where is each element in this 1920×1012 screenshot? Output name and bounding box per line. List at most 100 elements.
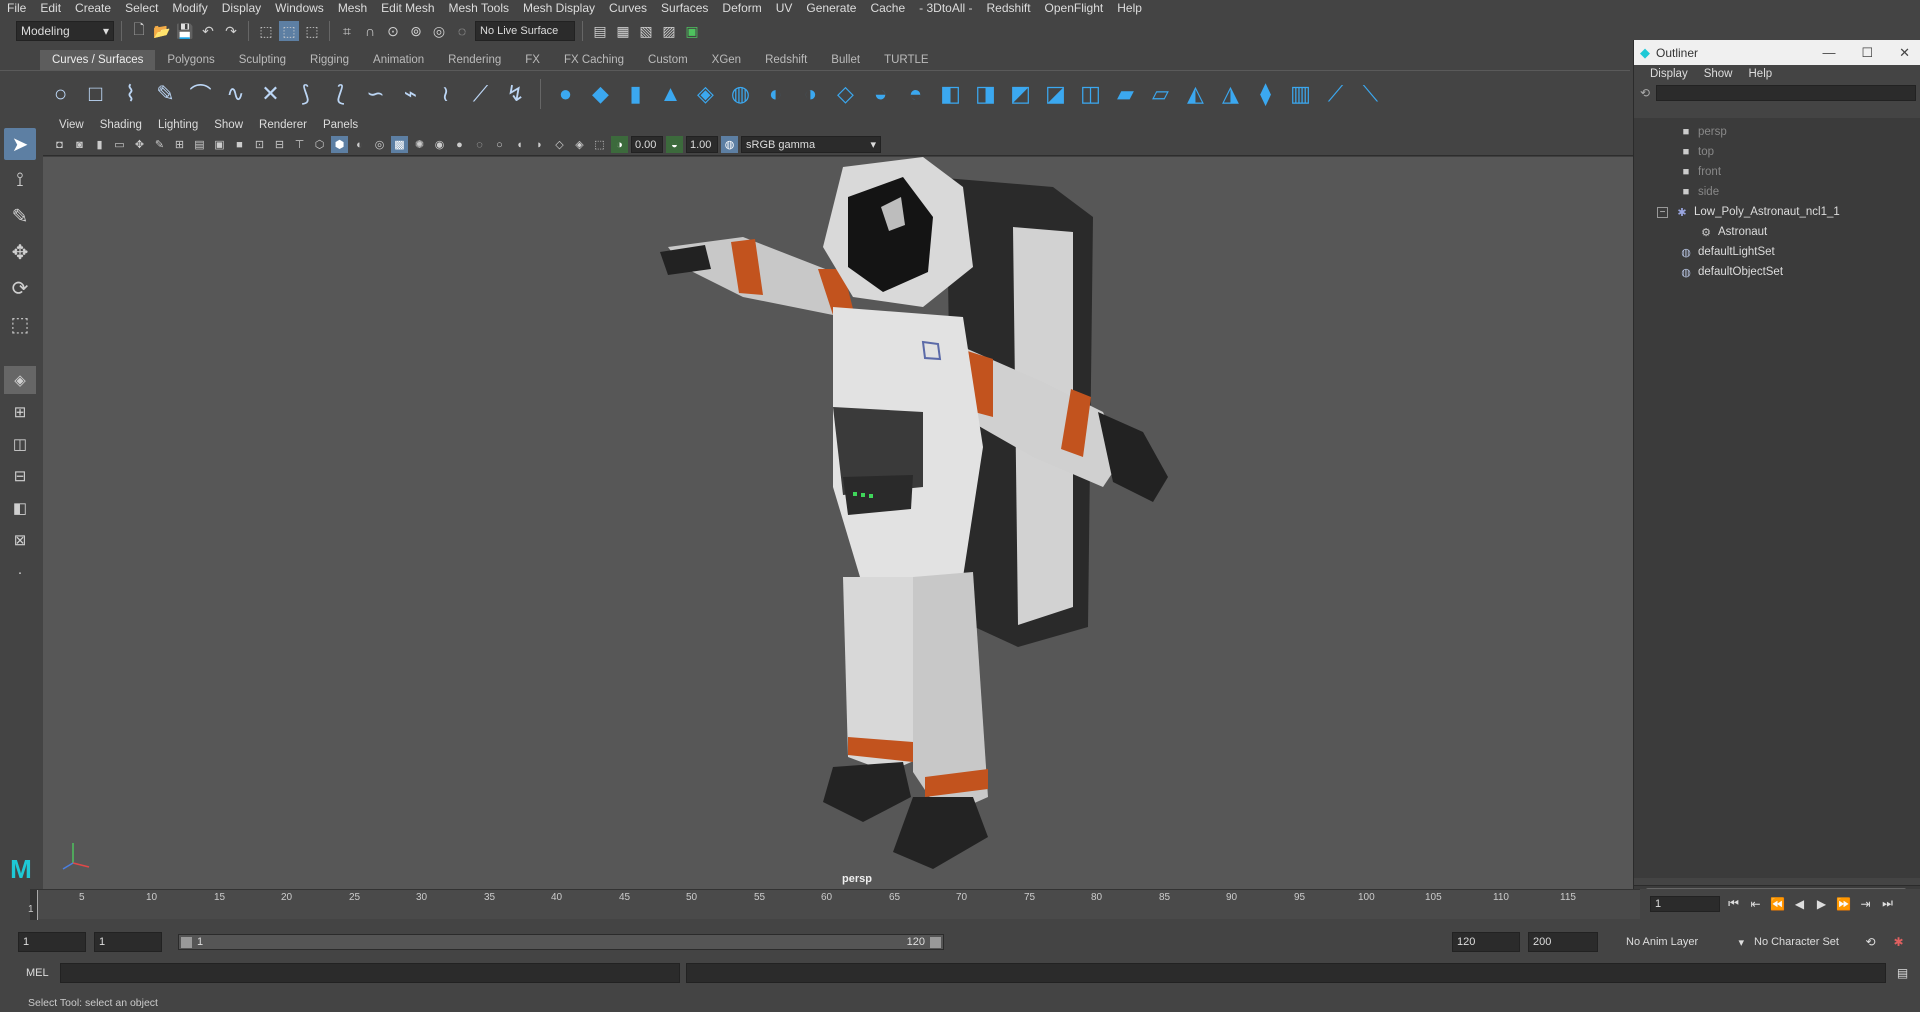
- auto-key-icon[interactable]: ⟲: [1862, 933, 1879, 950]
- view-transform-dropdown[interactable]: sRGB gamma ▾: [741, 136, 881, 153]
- nurbs-square-icon[interactable]: □: [81, 79, 110, 108]
- nurbs-circle-icon[interactable]: ○: [46, 79, 75, 108]
- rotate-tool-icon[interactable]: ⟳: [4, 272, 36, 304]
- select-hierarchy-icon[interactable]: ⬚: [256, 21, 276, 41]
- square-surface-icon[interactable]: ◨: [971, 79, 1000, 108]
- menu-openflight[interactable]: OpenFlight: [1038, 0, 1111, 17]
- tab-xgen[interactable]: XGen: [700, 50, 753, 70]
- smooth-shade-icon[interactable]: ⬢: [331, 136, 348, 153]
- grid-toggle-icon[interactable]: ⊞: [171, 136, 188, 153]
- curve-attach-icon[interactable]: ⟆: [291, 79, 320, 108]
- extrude-icon[interactable]: ◒: [866, 79, 895, 108]
- grease-pencil-icon[interactable]: ✎: [151, 136, 168, 153]
- playback-end-field[interactable]: 120: [1452, 932, 1520, 952]
- four-view-layout-icon[interactable]: ⊞: [4, 398, 36, 426]
- vp-menu-panels[interactable]: Panels: [315, 119, 366, 131]
- detach-surface-icon[interactable]: ⧫: [1251, 79, 1280, 108]
- outliner-menu-display[interactable]: Display: [1642, 68, 1696, 80]
- time-ruler[interactable]: 1 5 10 15 20 25 30 35 40 45 50 55 60 65 …: [28, 889, 1640, 920]
- default-material-icon[interactable]: ◐: [351, 136, 368, 153]
- play-backward-icon[interactable]: ◀: [1791, 895, 1808, 912]
- outliner-menu-show[interactable]: Show: [1696, 68, 1741, 80]
- select-object-icon[interactable]: ⬚: [279, 21, 299, 41]
- playback-range-bar[interactable]: 1 120: [178, 934, 944, 950]
- astronaut-model[interactable]: [43, 157, 1633, 889]
- nurbs-cone-icon[interactable]: ▲: [656, 79, 685, 108]
- field-chart-icon[interactable]: ⊡: [251, 136, 268, 153]
- project-curve-icon[interactable]: ▰: [1111, 79, 1140, 108]
- exposure-field[interactable]: 0.00: [631, 136, 663, 153]
- menu-cache[interactable]: Cache: [863, 0, 912, 17]
- trim-icon[interactable]: ▱: [1146, 79, 1175, 108]
- outliner-node-top[interactable]: ■ top: [1634, 142, 1920, 162]
- tab-custom[interactable]: Custom: [636, 50, 700, 70]
- outliner-node-front[interactable]: ■ front: [1634, 162, 1920, 182]
- time-slider[interactable]: 1 5 10 15 20 25 30 35 40 45 50 55 60 65 …: [0, 889, 1920, 920]
- screen-space-ao-icon[interactable]: ●: [451, 136, 468, 153]
- filter-icon[interactable]: ⟲: [1640, 86, 1650, 100]
- wireframe-on-shaded-icon[interactable]: ◎: [371, 136, 388, 153]
- side-by-side-layout-icon[interactable]: ◫: [4, 430, 36, 458]
- snap-curve-icon[interactable]: ∩: [360, 21, 380, 41]
- scale-tool-icon[interactable]: ⬚: [4, 308, 36, 340]
- hypershade-icon[interactable]: ▣: [682, 21, 702, 41]
- menu-mesh-display[interactable]: Mesh Display: [516, 0, 602, 17]
- boundary-icon[interactable]: ◧: [936, 79, 965, 108]
- multisample-aa-icon[interactable]: ○: [491, 136, 508, 153]
- render-frame-icon[interactable]: ▦: [613, 21, 633, 41]
- attach-surface-icon[interactable]: ◮: [1216, 79, 1245, 108]
- bezier-curve-icon[interactable]: ∿: [221, 79, 250, 108]
- tab-turtle[interactable]: TURTLE: [872, 50, 941, 70]
- menu-surfaces[interactable]: Surfaces: [654, 0, 715, 17]
- vp-menu-renderer[interactable]: Renderer: [251, 119, 315, 131]
- character-set-dropdown[interactable]: No Character Set: [1750, 932, 1860, 952]
- move-tool-icon[interactable]: ✥: [4, 236, 36, 268]
- step-forward-key-icon[interactable]: ⇥: [1857, 895, 1874, 912]
- align-surface-icon[interactable]: ▥: [1286, 79, 1315, 108]
- scene-canvas[interactable]: persp: [43, 157, 1633, 889]
- curve-fillet-icon[interactable]: ∽: [361, 79, 390, 108]
- tab-polygons[interactable]: Polygons: [155, 50, 226, 70]
- color-management-icon[interactable]: ◍: [721, 136, 738, 153]
- planar-icon[interactable]: ◇: [831, 79, 860, 108]
- safe-title-icon[interactable]: ⊤: [291, 136, 308, 153]
- select-tool-icon[interactable]: ➤: [4, 128, 36, 160]
- curve-intersect-icon[interactable]: ✕: [256, 79, 285, 108]
- menu-mesh[interactable]: Mesh: [331, 0, 374, 17]
- preferences-icon[interactable]: ✱: [1890, 933, 1907, 950]
- mel-command-input[interactable]: [60, 963, 680, 983]
- snap-live-icon[interactable]: ◌: [452, 21, 472, 41]
- nurbs-cylinder-icon[interactable]: ▮: [621, 79, 650, 108]
- 2d-pan-icon[interactable]: ✥: [131, 136, 148, 153]
- film-gate-icon[interactable]: ▤: [191, 136, 208, 153]
- depth-of-field-icon[interactable]: ◖: [511, 136, 528, 153]
- outliner-node-side[interactable]: ■ side: [1634, 182, 1920, 202]
- bookmark-icon[interactable]: ▮: [91, 136, 108, 153]
- tab-rigging[interactable]: Rigging: [298, 50, 361, 70]
- intersect-icon[interactable]: ◫: [1076, 79, 1105, 108]
- workspace-dropdown[interactable]: Modeling ▾: [16, 21, 114, 41]
- lasso-tool-icon[interactable]: ⟟: [4, 164, 36, 196]
- ep-curve-icon[interactable]: ⌇: [116, 79, 145, 108]
- outliner-menu-help[interactable]: Help: [1741, 68, 1781, 80]
- persp-outliner-layout-icon[interactable]: ◧: [4, 494, 36, 522]
- snap-surface-icon[interactable]: ◎: [429, 21, 449, 41]
- animation-start-field[interactable]: 1: [18, 932, 86, 952]
- image-plane-icon[interactable]: ▭: [111, 136, 128, 153]
- render-settings-icon[interactable]: ▤: [590, 21, 610, 41]
- step-back-frame-icon[interactable]: ⏪: [1769, 895, 1786, 912]
- nurbs-plane-icon[interactable]: ◈: [691, 79, 720, 108]
- gamma-toggle-icon[interactable]: ◒: [666, 136, 683, 153]
- outliner-titlebar[interactable]: ◆ Outliner — ☐ ✕: [1634, 40, 1920, 65]
- playback-start-field[interactable]: 1: [94, 932, 162, 952]
- xray-joints-icon[interactable]: ◈: [571, 136, 588, 153]
- ipr-render-icon[interactable]: ▧: [636, 21, 656, 41]
- xray-components-icon[interactable]: ⬚: [591, 136, 608, 153]
- gamma-field[interactable]: 1.00: [686, 136, 718, 153]
- outliner-node-default-object-set[interactable]: ◍ defaultObjectSet: [1634, 262, 1920, 282]
- rebuild-surface-icon[interactable]: ⟍: [1356, 79, 1385, 108]
- untrim-icon[interactable]: ◭: [1181, 79, 1210, 108]
- render-view-icon[interactable]: ▨: [659, 21, 679, 41]
- vp-menu-view[interactable]: View: [51, 119, 92, 131]
- menu-modify[interactable]: Modify: [165, 0, 214, 17]
